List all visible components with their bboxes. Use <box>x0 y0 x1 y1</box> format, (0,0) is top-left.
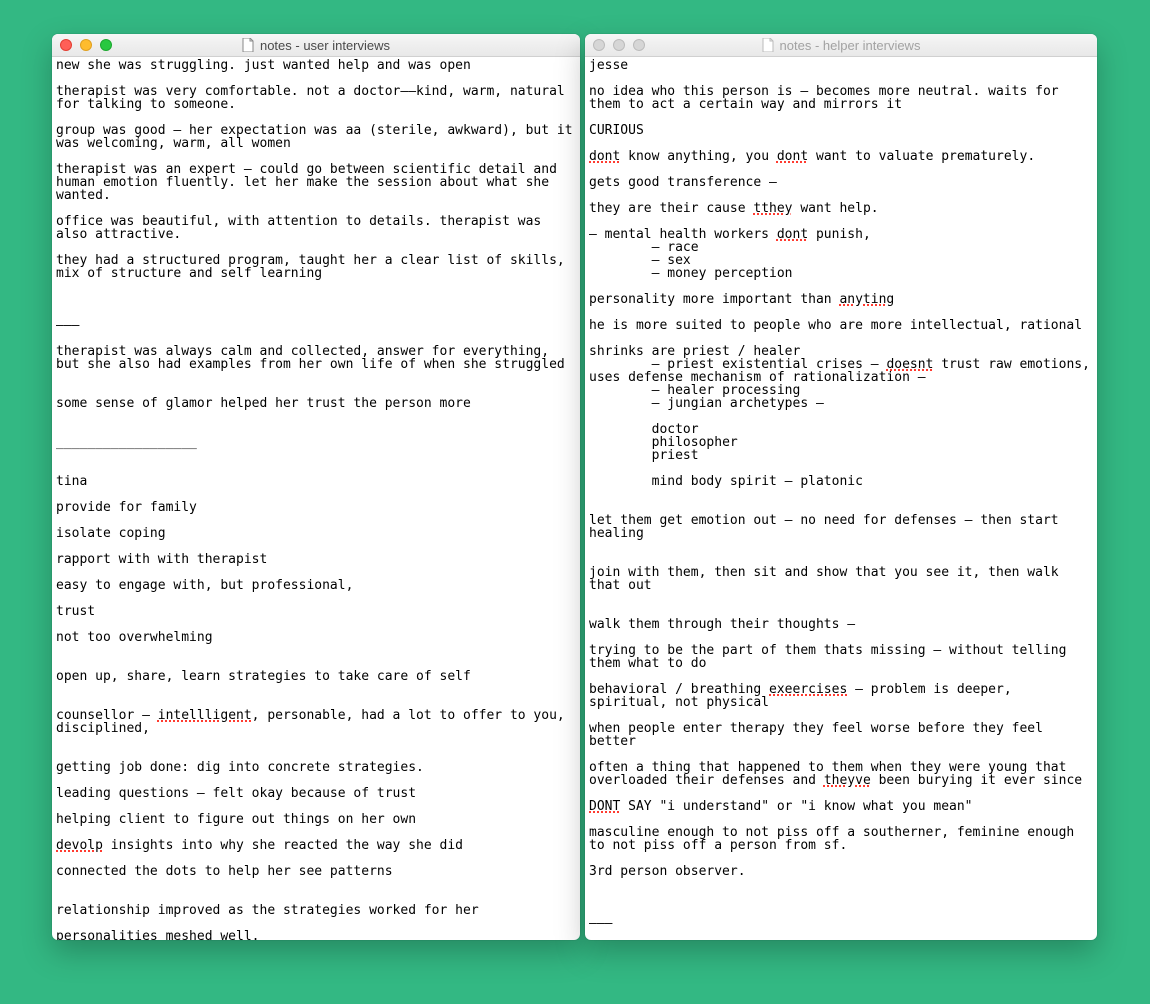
misspelled-word: exeercises <box>769 682 847 697</box>
text-editor-content[interactable]: jesse no idea who this person is — becom… <box>585 57 1097 940</box>
minimize-icon[interactable] <box>80 39 92 51</box>
window-helper-interviews[interactable]: notes - helper interviews jesse no idea … <box>585 34 1097 940</box>
misspelled-word: dont <box>777 149 808 164</box>
misspelled-word: tthey <box>753 201 792 216</box>
window-title-text: notes - user interviews <box>260 38 390 53</box>
titlebar[interactable]: notes - helper interviews <box>585 34 1097 57</box>
document-icon <box>762 38 774 52</box>
misspelled-word: doesnt <box>886 357 933 372</box>
minimize-icon[interactable] <box>613 39 625 51</box>
misspelled-word: theyve <box>824 773 871 788</box>
misspelled-word: anyting <box>839 292 894 307</box>
window-title: notes - user interviews <box>242 38 390 53</box>
misspelled-word: devolp <box>56 838 103 853</box>
window-title-text: notes - helper interviews <box>780 38 921 53</box>
window-title: notes - helper interviews <box>762 38 921 53</box>
misspelled-word: intellligent <box>158 708 252 723</box>
misspelled-word: dont <box>589 149 620 164</box>
zoom-icon[interactable] <box>100 39 112 51</box>
titlebar[interactable]: notes - user interviews <box>52 34 580 57</box>
misspelled-word: DONT <box>589 799 620 814</box>
zoom-icon[interactable] <box>633 39 645 51</box>
text-editor-content[interactable]: new she was struggling. just wanted help… <box>52 57 580 940</box>
traffic-lights <box>60 39 112 51</box>
window-user-interviews[interactable]: notes - user interviews new she was stru… <box>52 34 580 940</box>
misspelled-word: dont <box>777 227 808 242</box>
close-icon[interactable] <box>60 39 72 51</box>
traffic-lights <box>593 39 645 51</box>
document-icon <box>242 38 254 52</box>
close-icon[interactable] <box>593 39 605 51</box>
